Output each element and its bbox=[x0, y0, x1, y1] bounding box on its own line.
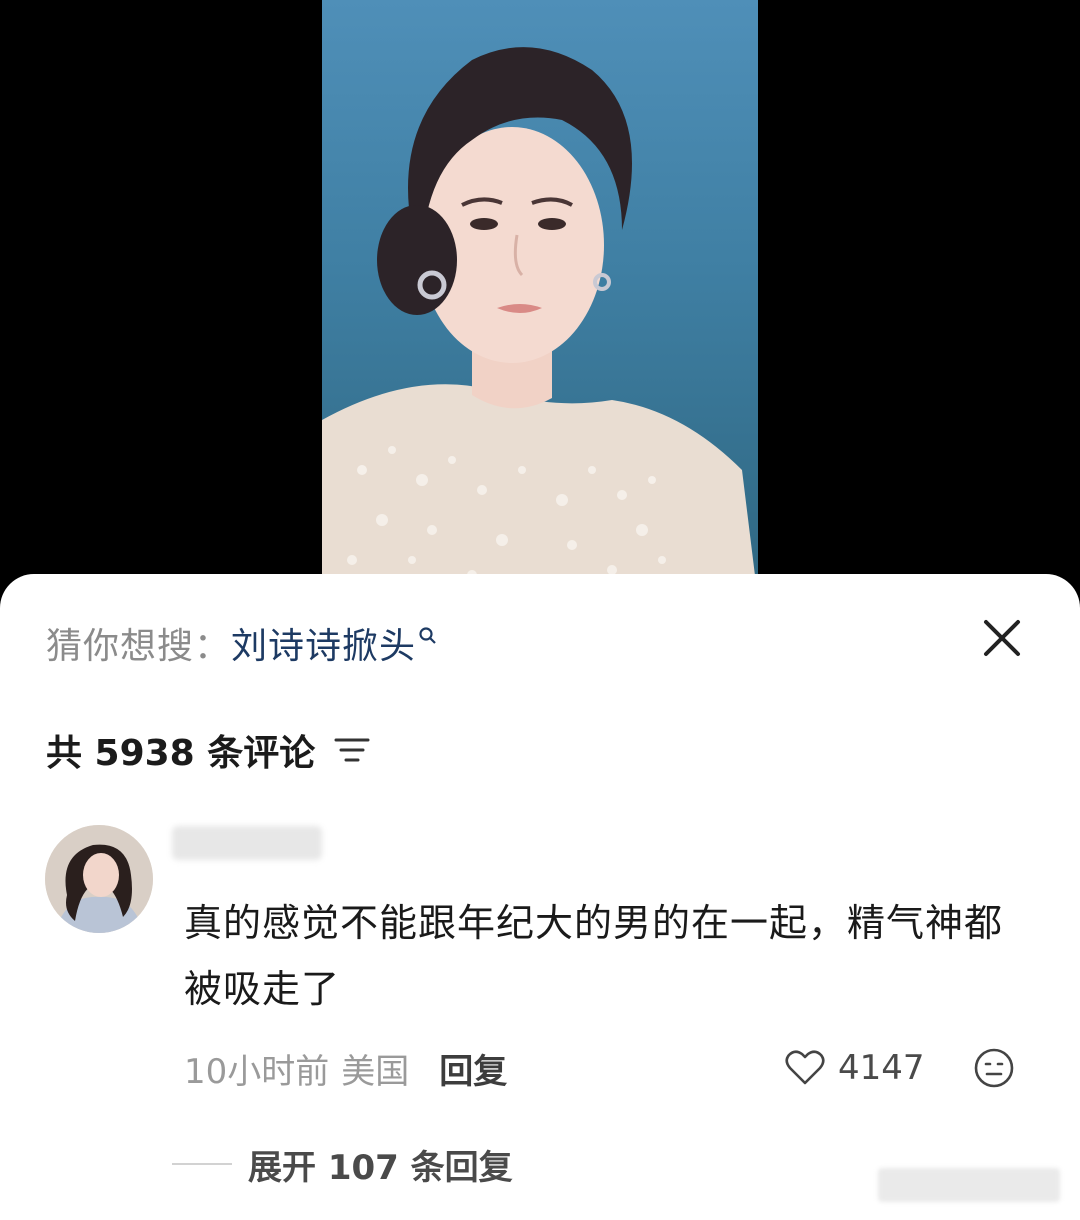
comment-location: 美国 bbox=[341, 1051, 410, 1092]
suggestion-keyword[interactable]: 刘诗诗掀头 bbox=[231, 617, 416, 669]
close-icon[interactable] bbox=[978, 614, 1026, 662]
search-suggestion[interactable]: 猜你想搜： 刘诗诗掀头 bbox=[46, 615, 438, 671]
reply-button[interactable]: 回复 bbox=[439, 1044, 507, 1093]
watermark bbox=[878, 1168, 1060, 1202]
comment-time: 10小时前 bbox=[184, 1051, 330, 1092]
avatar-image bbox=[45, 825, 153, 933]
video-frame bbox=[322, 0, 758, 600]
suggestion-prefix: 猜你想搜： bbox=[46, 626, 232, 667]
comment-count: 共 5938 条评论 bbox=[46, 733, 316, 774]
comment-meta: 10小时前 美国 回复 bbox=[184, 1040, 507, 1096]
comment-text: 真的感觉不能跟年纪大的男的在一起，精气神都被吸走了 bbox=[184, 901, 1004, 1011]
like-count: 4147 bbox=[838, 1048, 925, 1088]
avatar[interactable] bbox=[45, 825, 153, 933]
heart-icon bbox=[785, 1050, 825, 1085]
expand-replies-label: 展开 107 条回复 bbox=[248, 1147, 513, 1188]
divider-line bbox=[172, 1163, 232, 1165]
emoji-icon[interactable] bbox=[972, 1046, 1016, 1090]
search-icon bbox=[419, 627, 436, 644]
video-player[interactable] bbox=[0, 0, 1080, 600]
expand-replies-button[interactable]: 展开 107 条回复 bbox=[172, 1136, 513, 1192]
sort-icon[interactable] bbox=[333, 735, 371, 765]
portrait-image bbox=[322, 47, 758, 600]
username[interactable]: 用户 bbox=[172, 826, 322, 860]
comment-count-header: 共 5938 条评论 bbox=[46, 722, 371, 778]
like-button[interactable]: 4147 bbox=[784, 1040, 925, 1096]
